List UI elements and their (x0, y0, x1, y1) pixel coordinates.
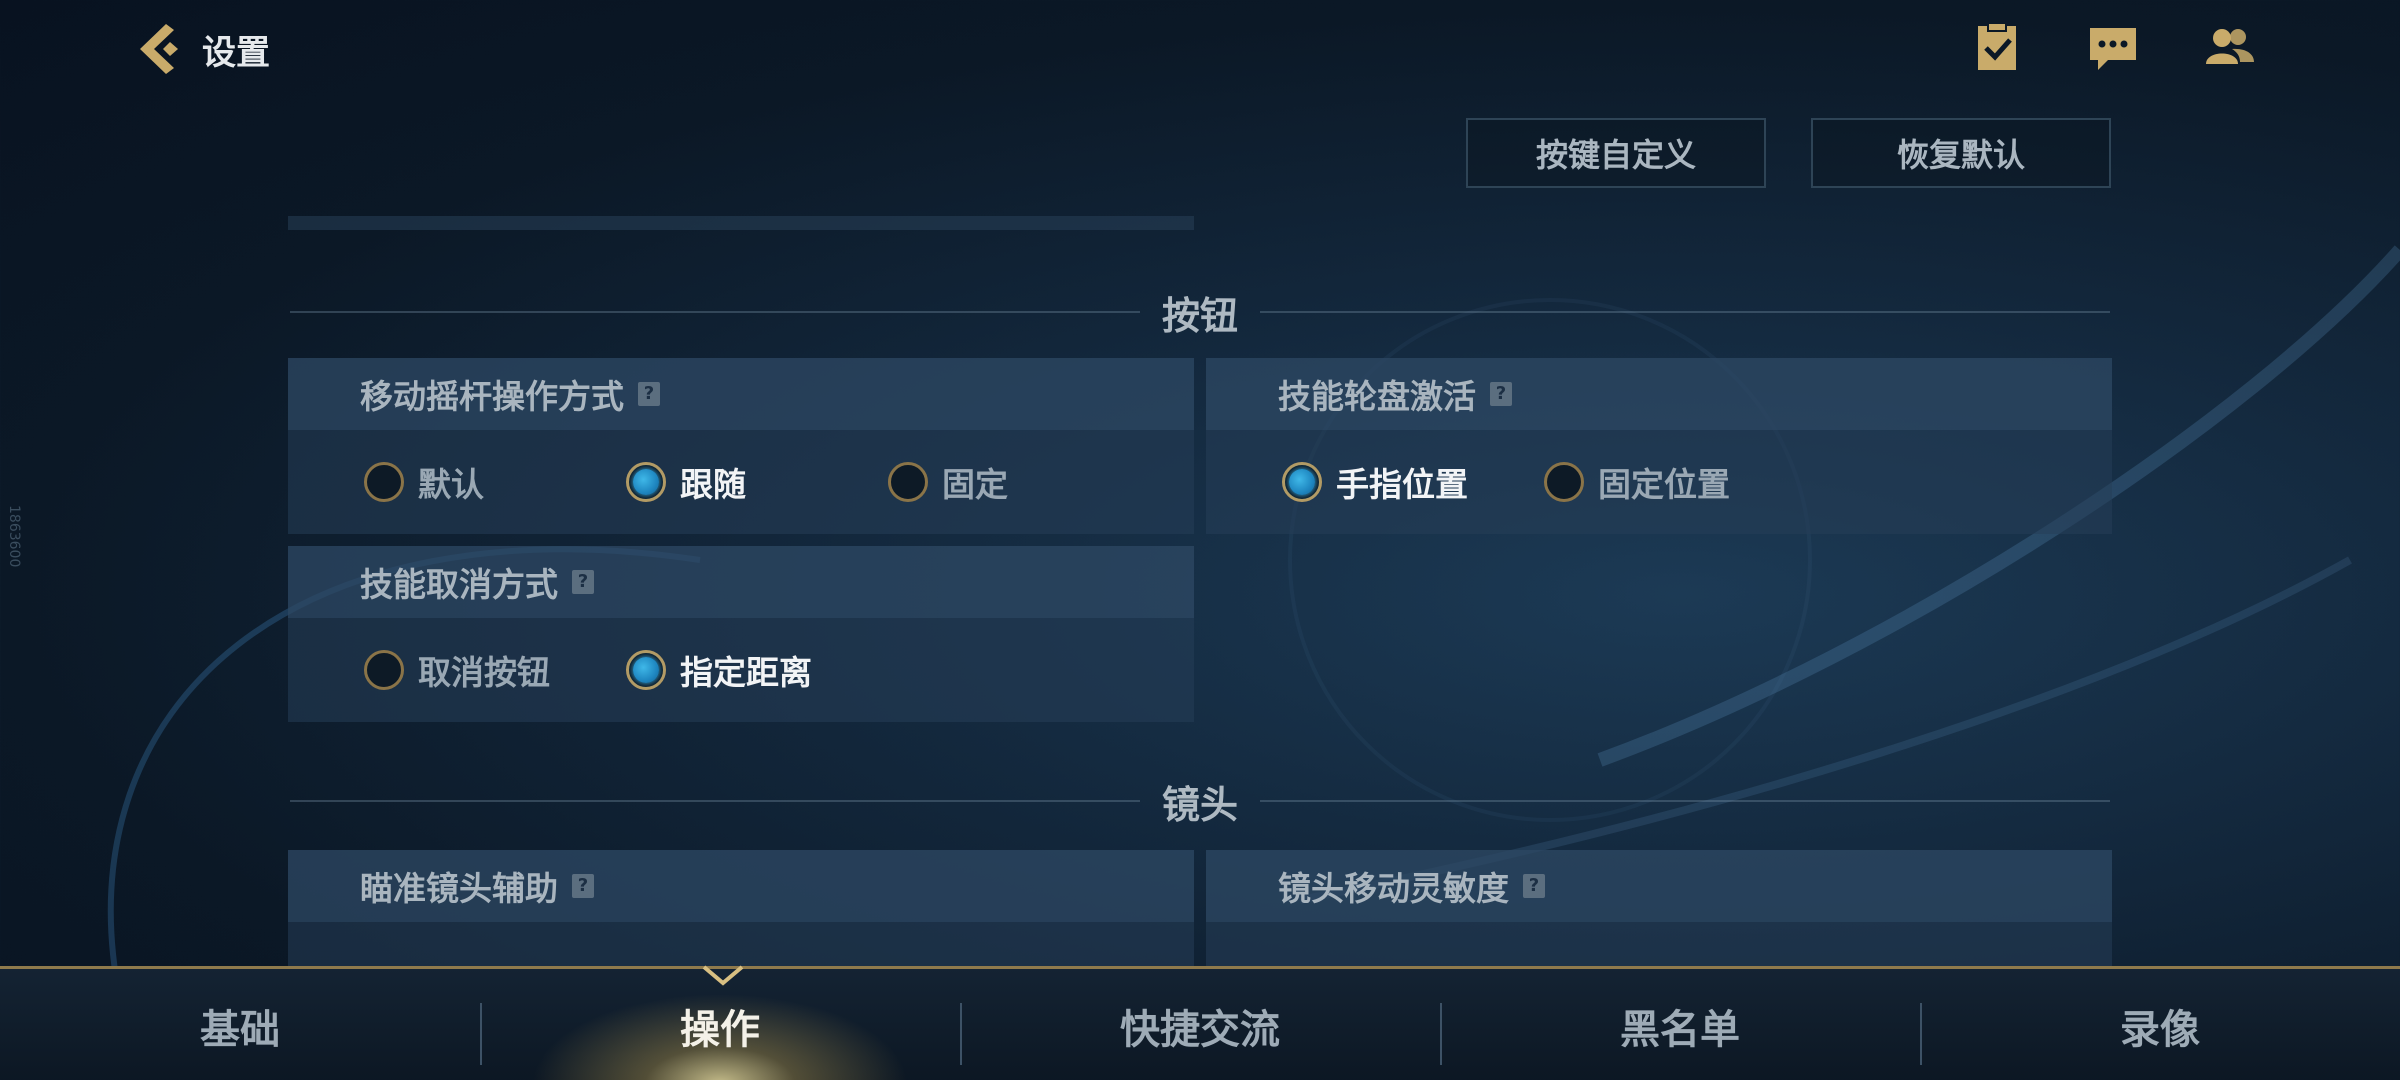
tab-basic[interactable]: 基础 (0, 969, 480, 1080)
camera-sensitivity-panel: 镜头移动灵敏度 ? (1206, 850, 2112, 966)
option-label: 手指位置 (1336, 465, 1468, 504)
panel-title: 移动摇杆操作方式 (360, 377, 624, 416)
divider (290, 800, 1140, 802)
divider (290, 311, 1140, 313)
skill-wheel-panel: 技能轮盘激活 ? 手指位置 固定位置 (1206, 358, 2112, 534)
panel-title: 镜头移动灵敏度 (1278, 869, 1509, 908)
help-icon[interactable]: ? (1490, 382, 1512, 406)
header: 设置 按键自定义 恢复默认 (0, 0, 2400, 188)
divider (1260, 800, 2111, 802)
option-finger-position[interactable]: 手指位置 (1282, 430, 1468, 534)
option-specified-distance[interactable]: 指定距离 (626, 618, 812, 722)
tab-controls[interactable]: 操作 (480, 969, 960, 1080)
section-title: 按钮 (1162, 293, 1239, 338)
help-icon[interactable]: ? (1523, 874, 1545, 898)
option-default[interactable]: 默认 (364, 430, 484, 534)
section-buttons-heading: 按钮 (290, 287, 2111, 338)
skill-cancel-panel: 技能取消方式 ? 取消按钮 指定距离 (288, 546, 1194, 722)
chat-button[interactable] (2086, 22, 2140, 74)
divider (1260, 311, 2111, 313)
clipboard-check-icon (1978, 22, 2016, 70)
help-icon[interactable]: ? (638, 382, 660, 406)
build-number: 1863600 (6, 505, 22, 568)
joystick-mode-panel: 移动摇杆操作方式 ? 默认 跟随 固定 (288, 358, 1194, 534)
chat-bubble-icon (2090, 28, 2136, 70)
help-icon[interactable]: ? (572, 570, 594, 594)
option-fixed[interactable]: 固定 (888, 430, 1008, 534)
customize-keys-button[interactable]: 按键自定义 (1466, 118, 1766, 188)
aim-assist-panel: 瞄准镜头辅助 ? (288, 850, 1194, 966)
panel-title: 瞄准镜头辅助 (360, 869, 558, 908)
friends-button[interactable] (2202, 22, 2256, 74)
radio-button-selected[interactable] (626, 462, 666, 502)
tab-replay[interactable]: 录像 (1920, 969, 2400, 1080)
radio-button[interactable] (364, 650, 404, 690)
option-label: 跟随 (680, 465, 746, 504)
section-camera-heading: 镜头 (290, 776, 2111, 827)
option-fixed-position[interactable]: 固定位置 (1544, 430, 1730, 534)
option-follow[interactable]: 跟随 (626, 430, 746, 534)
option-label: 指定距离 (680, 653, 812, 692)
section-title: 镜头 (1162, 782, 1239, 827)
option-label: 取消按钮 (418, 653, 550, 692)
option-label: 固定 (942, 465, 1008, 504)
radio-button-selected[interactable] (626, 650, 666, 690)
option-cancel-button[interactable]: 取消按钮 (364, 618, 550, 722)
friends-icon (2206, 29, 2254, 64)
panel-title: 技能取消方式 (360, 565, 558, 604)
tab-blacklist[interactable]: 黑名单 (1440, 969, 1920, 1080)
bottom-nav: 基础 操作 快捷交流 黑名单 录像 (0, 965, 2400, 1080)
restore-default-button[interactable]: 恢复默认 (1811, 118, 2111, 188)
tab-quick-chat[interactable]: 快捷交流 (960, 969, 1440, 1080)
back-arrow-icon (140, 24, 178, 74)
back-button[interactable]: 设置 (130, 18, 270, 80)
panel-title: 技能轮盘激活 (1278, 377, 1476, 416)
radio-button[interactable] (1544, 462, 1584, 502)
option-label: 默认 (418, 465, 484, 504)
radio-button[interactable] (888, 462, 928, 502)
radio-button-selected[interactable] (1282, 462, 1322, 502)
page-title: 设置 (202, 32, 270, 73)
radio-button[interactable] (364, 462, 404, 502)
option-label: 固定位置 (1598, 465, 1730, 504)
tasks-button[interactable] (1970, 22, 2024, 74)
scroll-strip (288, 216, 1194, 230)
help-icon[interactable]: ? (572, 874, 594, 898)
